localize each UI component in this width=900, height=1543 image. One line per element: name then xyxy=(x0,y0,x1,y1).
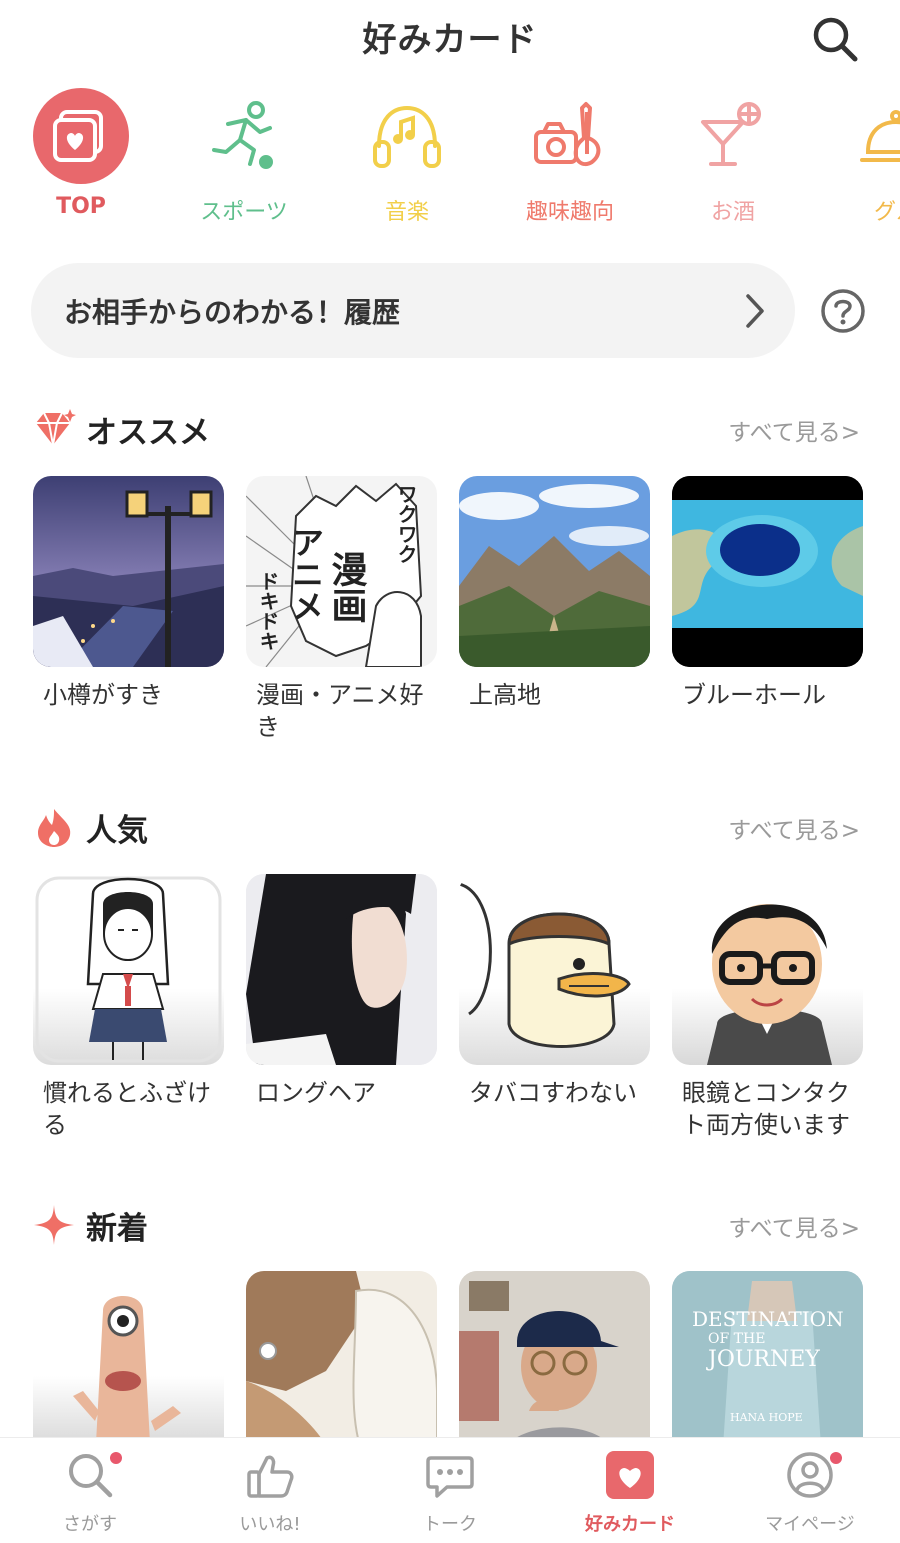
heart-card-icon xyxy=(33,88,129,184)
card-caption: 慣れるとふざける xyxy=(43,1079,211,1139)
see-all-link[interactable]: すべて見る> xyxy=(728,413,860,447)
card-otaru[interactable]: 小樽がすき xyxy=(33,476,224,711)
chevron-right-icon xyxy=(746,294,764,328)
tab-label: トーク xyxy=(423,1514,477,1535)
category-gourmet[interactable]: グル xyxy=(831,86,900,236)
cloche-icon xyxy=(848,88,900,184)
see-all-link[interactable]: すべて見る> xyxy=(728,811,860,845)
manga-sub-art: アニメ xyxy=(287,526,325,622)
cocktail-icon xyxy=(685,88,781,184)
card-caption: タバコすわない xyxy=(469,1079,637,1107)
search-icon[interactable] xyxy=(810,14,860,64)
card-long-hair[interactable]: ロングヘア xyxy=(246,874,437,1109)
card-glasses-contacts[interactable]: 眼鏡とコンタクト両方使います xyxy=(672,874,863,1141)
album-text-2: OF THE xyxy=(708,1331,765,1347)
sparkle-icon xyxy=(34,1205,74,1245)
category-scroller[interactable]: TOP スポーツ 音楽 趣味趣向 お酒 グ xyxy=(0,86,900,236)
card-image-glasses-man xyxy=(672,874,863,1065)
chat-bubble-icon xyxy=(426,1456,474,1498)
card-new-2[interactable] xyxy=(246,1271,437,1462)
notification-dot xyxy=(110,1452,122,1464)
category-label: TOP xyxy=(56,194,106,219)
tab-search[interactable]: さがす xyxy=(0,1438,180,1543)
page-title: 好みカード xyxy=(362,20,538,60)
headphones-icon xyxy=(359,88,455,184)
see-all-link[interactable]: すべて見る> xyxy=(728,1209,860,1243)
bottom-tab-bar: さがす いいね! トーク 好みカード マイページ xyxy=(0,1437,900,1543)
search-icon xyxy=(69,1454,113,1498)
help-icon[interactable] xyxy=(820,288,866,334)
thumbs-up-icon xyxy=(247,1455,294,1498)
category-hobby[interactable]: 趣味趣向 xyxy=(505,86,635,236)
category-label: グル xyxy=(873,200,900,225)
category-top[interactable]: TOP xyxy=(16,86,146,236)
tab-mypage[interactable]: マイページ xyxy=(720,1438,900,1543)
section-title: 新着 xyxy=(86,1211,148,1247)
card-caption: 眼鏡とコンタクト両方使います xyxy=(682,1079,850,1139)
card-manga-anime[interactable]: 漫画 アニメ ワクワク ドキドキ 漫画・アニメ好き xyxy=(246,476,437,743)
tab-label: さがす xyxy=(63,1514,117,1535)
section-header-new: 新着 すべて見る> xyxy=(0,1199,900,1249)
category-label: 音楽 xyxy=(384,200,429,225)
card-caption: 漫画・アニメ好き xyxy=(256,681,424,741)
manga-side-art-2: ドキドキ xyxy=(256,571,280,651)
tab-label: 好みカード xyxy=(585,1514,675,1535)
manga-title-art: 漫画 xyxy=(326,551,368,623)
card-image-eyeball-creature xyxy=(33,1271,224,1462)
category-music[interactable]: 音楽 xyxy=(342,86,472,236)
card-image-long-hair xyxy=(246,874,437,1065)
card-new-4[interactable]: DESTINATION OF THE JOURNEY HANA HOPE xyxy=(672,1271,863,1462)
tab-talk[interactable]: トーク xyxy=(360,1438,540,1543)
card-image-man-with-cap xyxy=(459,1271,650,1462)
flame-icon xyxy=(38,809,71,847)
section-header-recommend: オススメ すべて見る> xyxy=(0,403,900,453)
tab-label: マイページ xyxy=(765,1514,855,1535)
tab-label: いいね! xyxy=(239,1514,301,1535)
card-caption: 上高地 xyxy=(469,681,541,709)
card-image-album-cover: DESTINATION OF THE JOURNEY HANA HOPE xyxy=(672,1271,863,1462)
card-image-mountains xyxy=(459,476,650,667)
app-header: 好みカード xyxy=(0,0,900,72)
history-button[interactable]: お相手からのわかる！履歴 xyxy=(31,263,795,358)
heart-card-icon xyxy=(606,1451,654,1499)
album-text-1: DESTINATION xyxy=(692,1307,844,1331)
card-joker[interactable]: 慣れるとふざける xyxy=(33,874,224,1141)
album-text-3: JOURNEY xyxy=(706,1347,820,1372)
card-kamikochi[interactable]: 上高地 xyxy=(459,476,650,711)
category-label: スポーツ xyxy=(200,200,288,225)
card-image-manga: 漫画 アニメ ワクワク ドキドキ xyxy=(246,476,437,667)
album-artist: HANA HOPE xyxy=(730,1411,803,1424)
category-label: 趣味趣向 xyxy=(525,200,614,225)
card-image-manga-couple xyxy=(246,1271,437,1462)
category-sports[interactable]: スポーツ xyxy=(179,86,309,236)
card-new-1[interactable] xyxy=(33,1271,224,1462)
card-image-blue-hole xyxy=(672,476,863,667)
card-image-bird-character xyxy=(459,874,650,1065)
card-caption: 小樽がすき xyxy=(43,681,163,709)
tab-preference-cards[interactable]: 好みカード xyxy=(540,1438,720,1543)
profile-icon xyxy=(787,1452,833,1498)
history-label: お相手からのわかる！履歴 xyxy=(64,296,401,329)
section-header-popular: 人気 すべて見る> xyxy=(0,801,900,851)
category-alcohol[interactable]: お酒 xyxy=(668,86,798,236)
card-image-schoolgirl-illustration xyxy=(33,874,224,1065)
tab-likes[interactable]: いいね! xyxy=(180,1438,360,1543)
camera-guitar-icon xyxy=(522,88,618,184)
runner-icon xyxy=(196,88,292,184)
notification-dot xyxy=(830,1452,842,1464)
card-new-3[interactable] xyxy=(459,1271,650,1462)
card-no-smoking[interactable]: タバコすわない xyxy=(459,874,650,1109)
diamond-icon xyxy=(36,409,76,446)
manga-side-art-1: ワクワク xyxy=(394,484,418,564)
card-blue-hole[interactable]: ブルーホール xyxy=(672,476,863,711)
category-label: お酒 xyxy=(710,200,755,225)
section-title: 人気 xyxy=(86,813,148,849)
card-image-otaru-canal xyxy=(33,476,224,667)
card-caption: ロングヘア xyxy=(256,1079,376,1107)
card-caption: ブルーホール xyxy=(682,681,826,709)
section-title: オススメ xyxy=(86,415,210,451)
